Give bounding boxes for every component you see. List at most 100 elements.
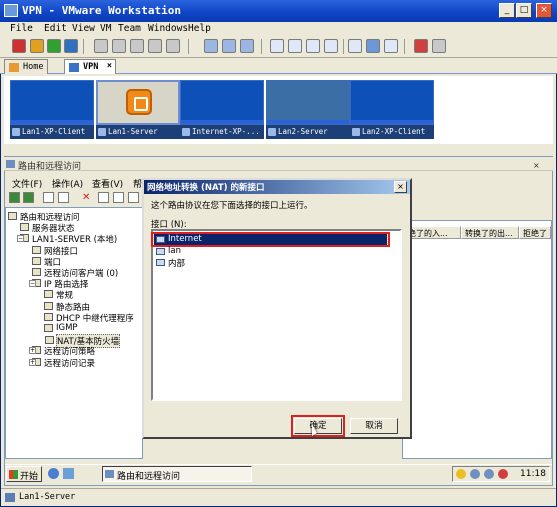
clone-icon[interactable]	[148, 39, 162, 53]
minimize-button[interactable]: _	[499, 3, 515, 18]
tab-close-icon[interactable]: ×	[107, 61, 112, 71]
replay-icon[interactable]	[432, 39, 446, 53]
vm-label: Lan1-XP-Client	[22, 127, 86, 136]
tree-expander-icon[interactable]: −	[17, 235, 24, 243]
tree-item[interactable]: DHCP 中继代理程序	[44, 312, 134, 324]
record-icon[interactable]	[414, 39, 428, 53]
export-icon[interactable]	[128, 192, 139, 203]
network-tray-icon[interactable]	[484, 469, 494, 479]
properties-icon[interactable]	[98, 192, 109, 203]
cancel-button[interactable]: 取消	[350, 418, 398, 434]
vm-icon	[268, 128, 276, 136]
task-label: 路由和远程访问	[117, 472, 181, 482]
tab-vpn[interactable]: VPN ×	[64, 59, 116, 74]
usb-icon[interactable]	[240, 39, 254, 53]
settings-icon[interactable]	[204, 39, 218, 53]
console-view-icon[interactable]	[306, 39, 320, 53]
vm-thumbnail[interactable]: Internet-XP-...	[180, 80, 264, 142]
up-icon[interactable]	[43, 192, 54, 203]
suspend-icon[interactable]	[30, 39, 44, 53]
back-icon[interactable]	[9, 192, 20, 203]
snapshot-manager-icon[interactable]	[130, 39, 144, 53]
dialog-close-button[interactable]: ×	[394, 181, 407, 193]
vmware-tools-tray-icon[interactable]	[498, 469, 508, 479]
menu-help[interactable]: Help	[188, 23, 211, 34]
menu-team[interactable]: Team	[118, 23, 141, 34]
dialog-title: 网络地址转换 (NAT) 的新接口	[144, 180, 410, 194]
tree-item[interactable]: 远程访问策略	[32, 345, 95, 357]
tree-item[interactable]: 远程访问记录	[32, 357, 95, 369]
vm-thumbnail[interactable]: Lan2-Server	[266, 80, 350, 142]
quick-switch-icon[interactable]	[270, 39, 284, 53]
tree-item[interactable]: 路由和远程访问	[8, 211, 80, 223]
power-on-icon[interactable]	[47, 39, 61, 53]
tree-item[interactable]: IGMP	[44, 323, 78, 333]
power-off-icon[interactable]	[12, 39, 26, 53]
taskbar-button-rras[interactable]: 路由和远程访问	[102, 466, 252, 482]
rras-close-icon[interactable]: ×	[533, 161, 545, 171]
appliance-view-icon[interactable]	[384, 39, 398, 53]
tree-expander-icon[interactable]: +	[29, 347, 36, 355]
forward-icon[interactable]	[23, 192, 34, 203]
menu-windows[interactable]: Windows	[148, 23, 188, 34]
maximize-button[interactable]: □	[516, 3, 532, 18]
tree-item[interactable]: 静态路由	[44, 301, 90, 313]
tab-home[interactable]: Home	[4, 59, 48, 74]
reset-icon[interactable]	[64, 39, 78, 53]
tree-node-icon	[32, 268, 41, 276]
interface-label: lan	[168, 246, 181, 256]
tree-item[interactable]: 远程访问客户端 (0)	[32, 267, 118, 279]
menu-file[interactable]: File	[10, 23, 33, 34]
tree-node-icon	[20, 223, 29, 232]
fit-window-icon[interactable]	[324, 39, 338, 53]
snapshot-icon[interactable]	[94, 39, 108, 53]
vm-icon	[352, 128, 360, 136]
vm-thumbnail[interactable]: Lan1-XP-Client	[10, 80, 94, 142]
desktop-quicklaunch-icon[interactable]	[63, 468, 74, 479]
tree-item[interactable]: 服务器状态	[20, 222, 75, 234]
thumbnail-view-icon[interactable]	[366, 39, 380, 53]
fullscreen-icon[interactable]	[288, 39, 302, 53]
tree-item[interactable]: LAN1-SERVER (本地)	[20, 233, 117, 245]
vm-preview	[350, 80, 434, 125]
rras-menu-action[interactable]: 操作(A)	[52, 177, 83, 190]
column-header[interactable]: 拒绝了	[519, 226, 551, 239]
tree-item[interactable]: 网络接口	[32, 245, 78, 257]
rras-menu-view[interactable]: 查看(V)	[92, 177, 123, 190]
interface-item-internal[interactable]: 内部	[154, 257, 387, 269]
column-header[interactable]: 转换了的出...	[461, 226, 519, 239]
ie-quicklaunch-icon[interactable]	[48, 468, 59, 479]
delete-icon[interactable]: ✕	[82, 192, 93, 203]
rras-menu-help[interactable]: 帮	[133, 177, 142, 190]
menu-vm[interactable]: VM	[100, 23, 111, 34]
tree-expander-icon[interactable]: +	[29, 358, 36, 366]
team-icon[interactable]	[166, 39, 180, 53]
interface-item-lan[interactable]: lan	[154, 246, 387, 257]
network-tray-icon[interactable]	[470, 469, 480, 479]
vm-status-icon	[5, 493, 15, 502]
rras-icon	[6, 160, 15, 168]
network-icon[interactable]	[222, 39, 236, 53]
vm-label: Lan2-XP-Client	[362, 127, 426, 136]
vm-thumbnail[interactable]: Lan2-XP-Client	[350, 80, 434, 142]
revert-snapshot-icon[interactable]	[112, 39, 126, 53]
close-button[interactable]: ×	[536, 3, 552, 18]
vm-preview	[96, 80, 180, 125]
start-label: 开始	[20, 472, 39, 482]
menu-view[interactable]: View	[72, 23, 95, 34]
start-button[interactable]: 开始	[6, 466, 42, 482]
tree-item[interactable]: 常规	[44, 289, 73, 301]
tree-item-label: IGMP	[56, 323, 78, 333]
menu-edit[interactable]: Edit	[44, 23, 67, 34]
column-header[interactable]: 绝了的入...	[404, 226, 461, 239]
summary-view-icon[interactable]	[348, 39, 362, 53]
rras-menu-file[interactable]: 文件(F)	[12, 177, 42, 190]
tree-expander-icon[interactable]: −	[29, 280, 36, 288]
vm-thumbnail-selected[interactable]: Lan1-Server	[96, 80, 180, 142]
refresh-icon[interactable]	[113, 192, 124, 203]
show-tree-icon[interactable]	[58, 192, 69, 203]
tree-item[interactable]: IP 路由选择	[32, 278, 88, 290]
security-tray-icon[interactable]	[456, 469, 466, 479]
tree-item[interactable]: 端口	[32, 256, 61, 268]
vm-label: Lan2-Server	[278, 127, 328, 136]
